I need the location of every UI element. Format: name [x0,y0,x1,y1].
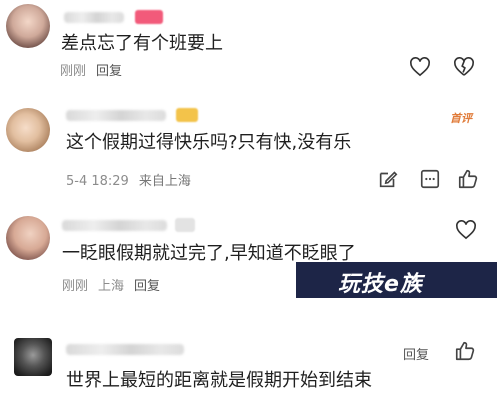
comment-text: 这个假期过得快乐吗?只有快,没有乐 [66,132,352,153]
comment-item: 回复 世界上最短的距离就是假期开始到结束 [0,330,497,406]
comment-time: 刚刚 [62,279,89,294]
username-blurred[interactable] [66,344,184,355]
comment-icon[interactable] [419,168,441,190]
comment-text: 世界上最短的距离就是假期开始到结束 [66,370,372,391]
user-tag-blurred [175,218,195,232]
username-blurred[interactable] [64,12,124,23]
reply-link[interactable]: 回复 [96,64,122,79]
comment-time: 5-4 18:29 [66,174,129,189]
watermark-text: 玩技e族 [338,272,423,297]
user-tag-blurred [176,108,198,122]
thumb-up-icon[interactable] [457,168,479,190]
comment-meta: 5-4 18:29 来自上海 [66,170,201,189]
heart-icon[interactable] [409,57,431,77]
comment-location: 上海 [98,279,125,294]
comment-meta: 刚刚 上海 回复 [62,275,170,294]
avatar[interactable] [14,338,52,376]
heart-icon[interactable] [455,220,477,240]
comment-location: 来自上海 [138,174,191,189]
reply-link[interactable]: 回复 [134,279,160,294]
thumb-up-icon[interactable] [454,340,476,362]
broken-heart-icon[interactable] [453,57,475,77]
avatar[interactable] [6,4,50,48]
comment-text: 差点忘了有个班要上 [61,33,223,54]
reply-link[interactable]: 回复 [403,344,429,363]
comment-meta: 刚刚 回复 [60,60,132,79]
comment-item: 差点忘了有个班要上 刚刚 回复 [0,0,497,90]
edit-icon[interactable] [377,168,399,190]
avatar[interactable] [6,216,50,260]
comment-item: 首评 这个假期过得快乐吗?只有快,没有乐 5-4 18:29 来自上海 [0,100,497,200]
comment-time: 刚刚 [60,64,87,79]
user-tag-blurred [135,10,163,24]
first-comment-badge: 首评 [450,112,472,125]
avatar[interactable] [6,108,50,152]
username-blurred[interactable] [62,220,167,231]
username-blurred[interactable] [66,110,166,121]
